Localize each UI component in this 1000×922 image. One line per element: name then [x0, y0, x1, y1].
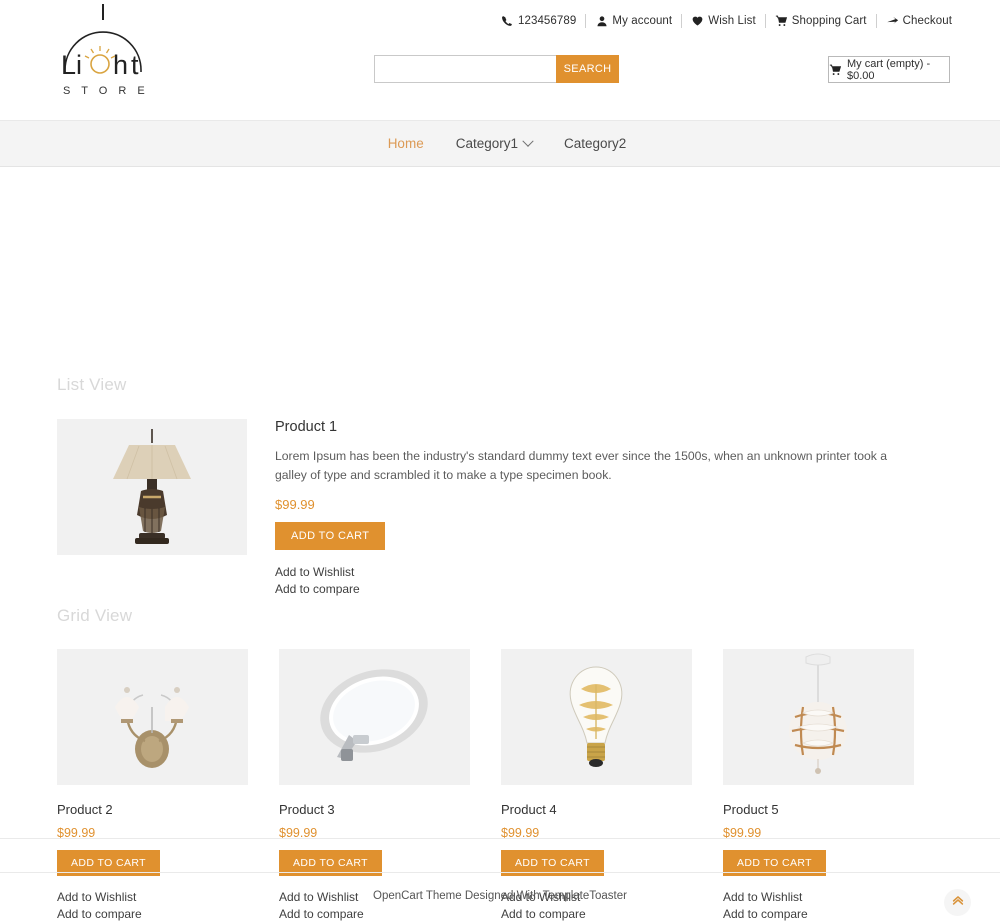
nav-item-category1[interactable]: Category1 — [455, 135, 534, 151]
product-image-edison-bulb[interactable] — [501, 649, 692, 785]
add-to-compare-link[interactable]: Add to compare — [501, 906, 692, 922]
utility-divider — [681, 14, 683, 28]
utility-label: Checkout — [902, 15, 952, 27]
product-name: Product 4 — [501, 802, 557, 817]
page-root: L i h t S T O R E 123456789 My account W… — [0, 0, 1000, 922]
add-to-compare-link[interactable]: Add to compare — [723, 906, 914, 922]
utility-item-checkout[interactable]: Checkout — [886, 15, 952, 28]
utility-label: Shopping Cart — [791, 15, 867, 27]
utility-item-shopping-cart[interactable]: Shopping Cart — [775, 15, 867, 28]
cart-icon — [775, 15, 788, 28]
utility-divider — [764, 14, 766, 28]
search-button[interactable]: SEARCH — [556, 55, 619, 83]
grid-item: Product 4 $99.99 ADD TO CART Add to Wish… — [501, 649, 692, 922]
product-name: Product 1 — [275, 419, 338, 435]
add-to-cart-button[interactable]: ADD TO CART — [275, 522, 386, 550]
utility-bar: 123456789 My account Wish List Shopping … — [501, 13, 952, 29]
double-chevron-up-icon — [951, 893, 965, 912]
list-item-info: Product 1 Lorem Ipsum has been the indus… — [275, 419, 895, 598]
grid-item: Product 2 $99.99 ADD TO CART Add to Wish… — [57, 649, 248, 922]
utility-label: My account — [612, 15, 673, 27]
list-view-title: List View — [57, 375, 127, 394]
svg-text:t: t — [131, 50, 139, 80]
add-to-wishlist-link[interactable]: Add to Wishlist — [275, 564, 895, 581]
add-to-compare-link[interactable]: Add to compare — [279, 906, 470, 922]
utility-divider — [585, 14, 587, 28]
nav-item-home[interactable]: Home — [388, 136, 424, 151]
arrow-icon — [886, 15, 899, 28]
chevron-down-icon — [522, 135, 534, 147]
main-navigation: Home Category1 Category2 — [0, 120, 1000, 167]
product-name: Product 2 — [57, 802, 113, 817]
svg-text:h: h — [113, 50, 128, 80]
svg-text:i: i — [76, 50, 82, 80]
utility-divider — [875, 14, 877, 28]
utility-item-my-account[interactable]: My account — [595, 15, 672, 28]
product-price: $99.99 — [275, 497, 315, 512]
cart-icon — [829, 64, 842, 76]
utility-label: 123456789 — [517, 15, 577, 27]
footer-divider-bottom — [0, 872, 1000, 873]
utility-label: Wish List — [708, 15, 756, 27]
list-view-section: List View Product 1 Lorem Ipsum has been… — [57, 375, 943, 598]
list-item: Product 1 Lorem Ipsum has been the indus… — [57, 419, 943, 598]
product-grid: Product 2 $99.99 ADD TO CART Add to Wish… — [57, 649, 943, 922]
nav-label: Category1 — [455, 136, 518, 151]
add-to-compare-link[interactable]: Add to compare — [275, 581, 895, 598]
utility-item-wish-list[interactable]: Wish List — [691, 15, 756, 28]
footer-credit: OpenCart Theme Designed With TemplateToa… — [373, 890, 627, 902]
heart-icon — [691, 15, 704, 28]
site-header: L i h t S T O R E 123456789 My account W… — [0, 0, 1000, 120]
product-image-table-lamp[interactable] — [57, 419, 247, 555]
user-icon — [595, 15, 608, 28]
nav-label: Home — [387, 136, 424, 151]
product-links: Add to Wishlist Add to compare — [275, 564, 895, 598]
cart-summary-button[interactable]: My cart (empty) - $0.00 — [828, 56, 950, 83]
back-to-top-button[interactable] — [944, 889, 971, 916]
grid-item: Product 5 $99.99 ADD TO CART Add to Wish… — [723, 649, 914, 922]
product-name: Product 3 — [279, 802, 335, 817]
cart-summary-label: My cart (empty) - $0.00 — [847, 57, 931, 82]
svg-text:S T O R E: S T O R E — [63, 85, 149, 97]
grid-view-section: Grid View Product 2 $99.99 ADD TO CART A… — [57, 606, 943, 922]
product-name: Product 5 — [723, 802, 779, 817]
product-description: Lorem Ipsum has been the industry's stan… — [275, 449, 888, 482]
search-input[interactable] — [374, 55, 556, 83]
grid-view-title: Grid View — [57, 606, 133, 625]
product-image-led-panel[interactable] — [279, 649, 470, 785]
product-image-globe-pendant[interactable] — [723, 649, 914, 785]
utility-item-phone[interactable]: 123456789 — [501, 15, 576, 28]
phone-icon — [501, 15, 514, 28]
product-image-wall-sconce[interactable] — [57, 649, 248, 785]
search-form: SEARCH — [374, 55, 619, 83]
footer-divider-top — [0, 838, 1000, 839]
nav-item-category2[interactable]: Category2 — [564, 136, 626, 151]
grid-item: Product 3 $99.99 ADD TO CART Add to Wish… — [279, 649, 470, 922]
nav-label: Category2 — [564, 136, 627, 151]
svg-text:L: L — [61, 50, 76, 80]
add-to-compare-link[interactable]: Add to compare — [57, 906, 248, 922]
site-logo[interactable]: L i h t S T O R E — [38, 2, 168, 102]
